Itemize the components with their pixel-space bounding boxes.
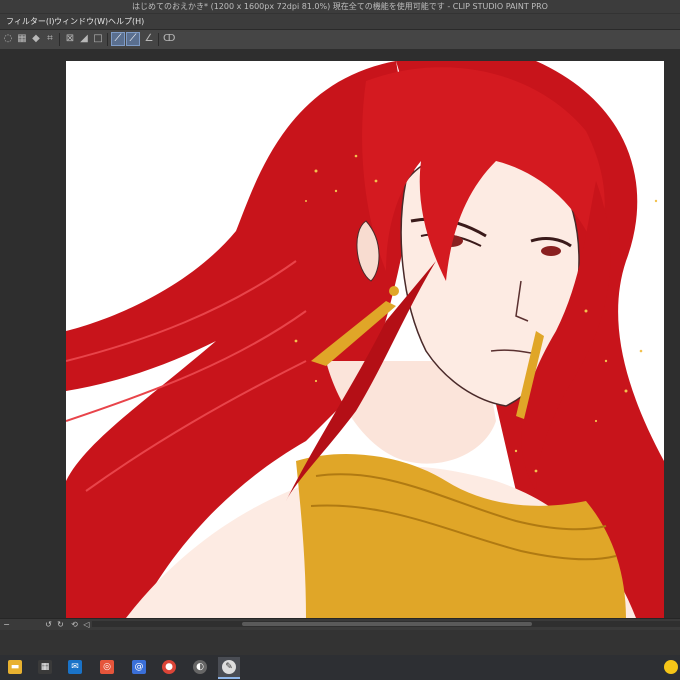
zoom-out-icon[interactable]: − <box>2 620 11 629</box>
fill-icon[interactable]: ◆ <box>29 32 43 46</box>
app-icon: ◎ <box>100 660 114 674</box>
clip-studio-paint-button[interactable]: ✎ <box>218 657 240 679</box>
lasso-icon[interactable]: ◌ <box>1 32 15 46</box>
ruler-snap-icon[interactable]: ⟋ <box>126 32 140 46</box>
shape-icon[interactable]: □ <box>91 32 105 46</box>
transform-icon[interactable]: ⊠ <box>63 32 77 46</box>
rotate-right-icon[interactable]: ↻ <box>56 620 65 629</box>
email-button[interactable]: @ <box>128 657 150 679</box>
drawing-canvas[interactable] <box>66 61 664 618</box>
crop-icon[interactable]: ⌗ <box>43 32 57 46</box>
workspace <box>0 49 680 618</box>
mail-icon: ✉ <box>68 660 82 674</box>
window-title: はじめてのおえかき* (1200 x 1600px 72dpi 81.0%) 現… <box>0 0 680 13</box>
status-area <box>0 630 680 655</box>
notification-button[interactable] <box>660 657 680 679</box>
notification-icon <box>664 660 678 674</box>
menu-window[interactable]: ウィンドウ(W) <box>54 15 108 29</box>
mail-button[interactable]: ✉ <box>64 657 86 679</box>
spiral-icon[interactable]: ↀ <box>162 32 176 46</box>
menu-bar: フィルター(I) ウィンドウ(W) ヘルプ(H) <box>0 13 680 30</box>
file-explorer-icon: ▬ <box>8 660 22 674</box>
file-explorer-button[interactable]: ▬ <box>4 657 26 679</box>
clip-studio-icon: ◐ <box>193 660 207 674</box>
app-button[interactable]: ◎ <box>96 657 118 679</box>
scrollbar-thumb[interactable] <box>242 622 532 626</box>
illustration <box>66 61 664 618</box>
navigator-bar: − ↺ ↻ ⟲ ◁ <box>0 618 680 630</box>
ruler-icon[interactable]: ⟋ <box>111 32 125 46</box>
chrome-button[interactable]: ● <box>158 657 180 679</box>
chrome-icon: ● <box>162 660 176 674</box>
horizontal-scrollbar[interactable] <box>92 621 680 627</box>
store-button[interactable]: ▦ <box>34 657 56 679</box>
menu-help[interactable]: ヘルプ(H) <box>108 15 144 29</box>
command-bar: ◌ ▦ ◆ ⌗ ⊠ ◢ □ ⟋ ⟋ ∠ ↀ <box>0 29 680 50</box>
menu-filter[interactable]: フィルター(I) <box>6 15 54 29</box>
clip-studio-paint-icon: ✎ <box>222 660 236 674</box>
store-icon: ▦ <box>38 660 52 674</box>
select-icon[interactable]: ▦ <box>15 32 29 46</box>
email-icon: @ <box>132 660 146 674</box>
clip-studio-button[interactable]: ◐ <box>189 657 211 679</box>
rotate-left-icon[interactable]: ↺ <box>44 620 53 629</box>
flip-icon[interactable]: ◁ <box>82 620 91 629</box>
reset-rotation-icon[interactable]: ⟲ <box>70 620 79 629</box>
taskbar: ▬ ▦ ✉ ◎ @ ● ◐ ✎ <box>0 655 680 680</box>
perspective-icon[interactable]: ∠ <box>142 32 156 46</box>
tone-icon[interactable]: ◢ <box>77 32 91 46</box>
